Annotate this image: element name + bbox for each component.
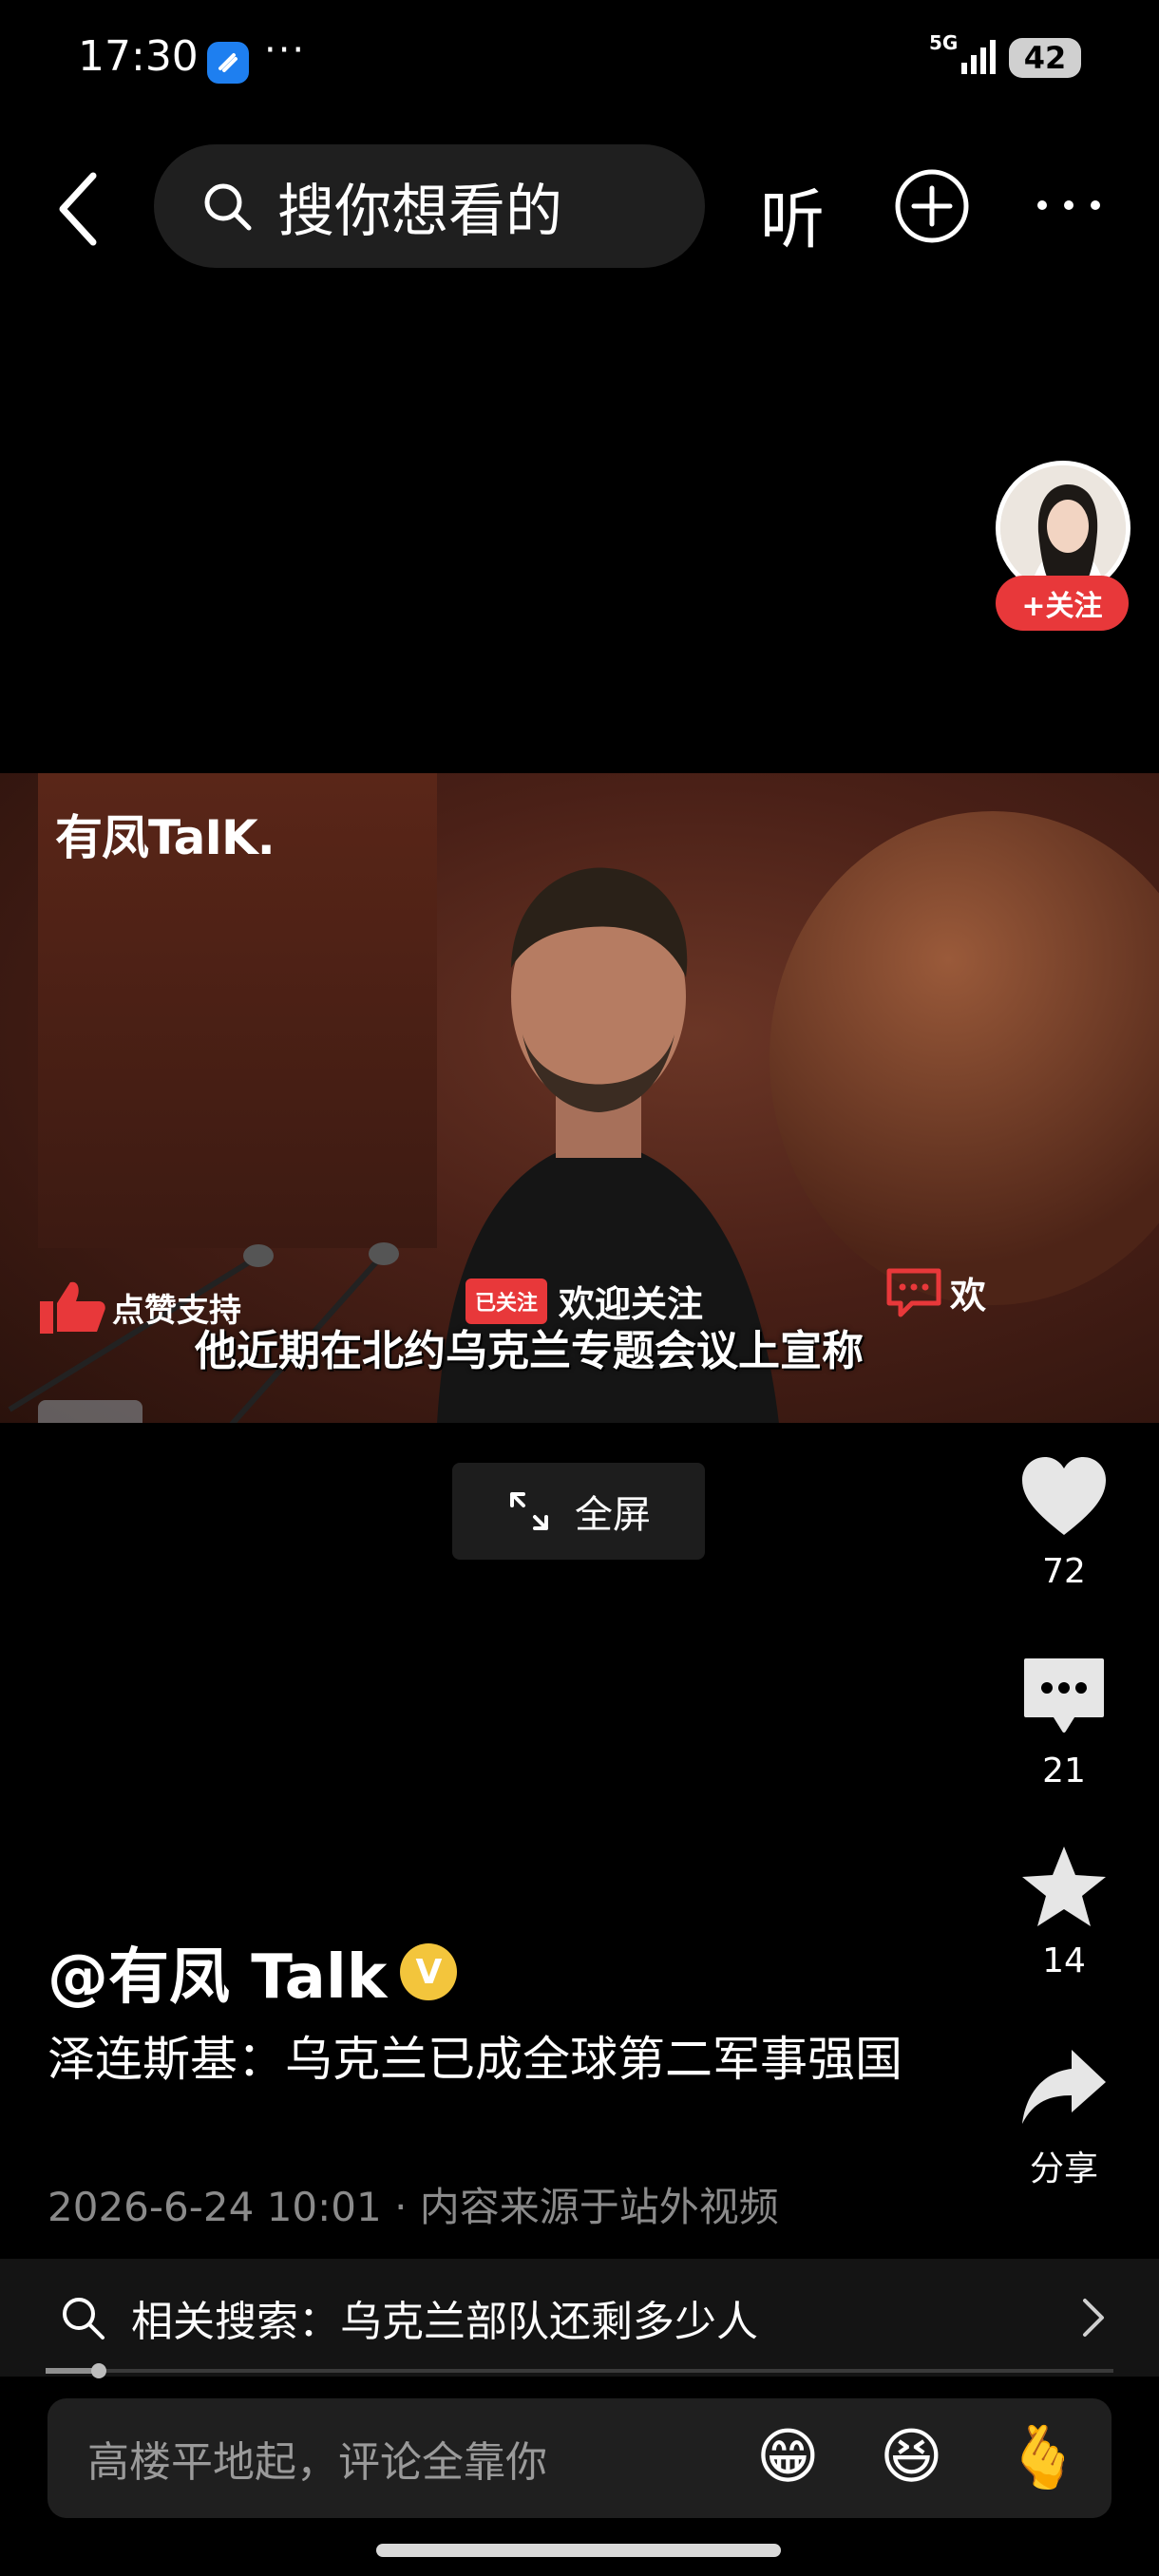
favorite-count: 14 — [1042, 1941, 1086, 1980]
search-placeholder: 搜你想看的 — [277, 178, 562, 245]
like-button[interactable]: 72 — [1007, 1453, 1121, 1591]
signal-icon — [961, 40, 996, 74]
comment-count: 21 — [1042, 1752, 1086, 1790]
search-input[interactable]: 搜你想看的 — [154, 144, 705, 268]
search-icon — [63, 2298, 104, 2339]
follow-button[interactable]: +关注 — [996, 576, 1129, 631]
emoji-heart-hand-button[interactable]: 🫰 — [1005, 2422, 1081, 2493]
post-meta: 2026-6-24 10:01 · 内容来源于站外视频 — [48, 2184, 779, 2230]
video-background-object — [770, 811, 1159, 1305]
verified-badge-icon: V — [400, 1943, 458, 2000]
emoji-laugh-button[interactable]: 😆 — [880, 2422, 943, 2492]
search-icon — [204, 183, 252, 231]
back-icon[interactable] — [46, 161, 112, 256]
thumbs-up-icon — [40, 1281, 105, 1334]
home-indicator[interactable] — [376, 2544, 781, 2557]
video-subtitle: 他近期在北约乌克兰专题会议上宣称 — [195, 1327, 864, 1375]
channel-logo-watermark: 有凤TaIK. — [55, 810, 276, 865]
video-progress-handle[interactable] — [91, 2363, 106, 2378]
chevron-right-icon[interactable] — [1079, 2297, 1108, 2339]
share-arrow-icon — [1022, 2050, 1106, 2124]
video-progress-track[interactable] — [46, 2369, 1113, 2373]
chat-bubble-icon — [886, 1268, 941, 1317]
expand-icon — [510, 1492, 548, 1530]
favorite-button[interactable]: 14 — [1007, 1843, 1121, 1980]
share-label: 分享 — [1029, 2150, 1098, 2188]
share-button[interactable]: 分享 — [1007, 2042, 1121, 2190]
status-time: 17:30 — [78, 32, 199, 81]
comment-placeholder: 高楼平地起，评论全靠你 — [87, 2438, 547, 2487]
video-player[interactable]: 有凤TaIK. 点赞支持 已关注 欢迎关注 欢 他近期在北约乌克兰专题会议上宣称 — [0, 773, 1159, 1423]
status-more-notifications: ··· — [264, 28, 307, 72]
battery-indicator: 42 — [1009, 38, 1081, 78]
overlay-comment-prompt: 欢 — [884, 1265, 986, 1318]
related-search-bar[interactable]: 相关搜索：乌克兰部队还剩多少人 — [0, 2259, 1159, 2377]
listen-button[interactable]: 听 — [760, 167, 825, 261]
post-title: 泽连斯基：乌克兰已成全球第二军事强国 — [48, 2032, 902, 2087]
app-notification-icon — [207, 42, 249, 84]
network-type: 5G — [929, 31, 959, 54]
comment-input[interactable]: 高楼平地起，评论全靠你 — [48, 2398, 1112, 2518]
author-handle[interactable]: @有凤 Talk V — [48, 1928, 458, 2016]
star-icon — [1022, 1847, 1106, 1926]
related-search-text: 相关搜索：乌克兰部队还剩多少人 — [131, 2298, 758, 2346]
heart-icon — [1022, 1457, 1106, 1535]
overlay-welcome-text: 欢 — [950, 1274, 987, 1316]
comment-button[interactable]: 21 — [1007, 1653, 1121, 1790]
fullscreen-label: 全屏 — [575, 1493, 651, 1537]
more-icon[interactable] — [1031, 167, 1107, 243]
like-count: 72 — [1042, 1552, 1086, 1591]
fullscreen-button[interactable]: 全屏 — [452, 1463, 705, 1560]
emoji-grin-button[interactable]: 😁 — [756, 2422, 820, 2492]
comment-icon — [1024, 1658, 1104, 1733]
plus-circle-icon[interactable] — [893, 167, 971, 245]
author-name[interactable]: @有凤 Talk — [48, 1928, 387, 2016]
